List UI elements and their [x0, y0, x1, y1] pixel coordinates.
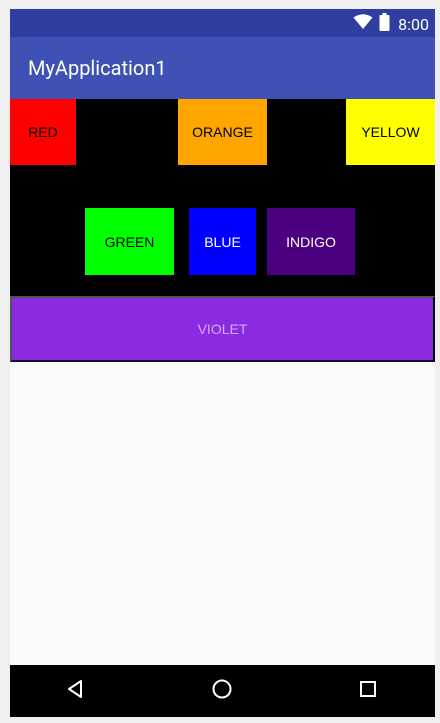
back-button[interactable]: [46, 665, 106, 717]
home-button[interactable]: [192, 665, 252, 717]
blue-button-label: BLUE: [204, 233, 241, 250]
yellow-button[interactable]: YELLOW: [346, 99, 435, 165]
battery-icon: [379, 13, 390, 35]
yellow-button-label: YELLOW: [361, 124, 420, 140]
home-icon: [211, 678, 233, 704]
navigation-bar: [10, 665, 435, 717]
status-icons: 8:00: [353, 13, 429, 35]
app-title: MyApplication1: [28, 56, 167, 80]
back-icon: [66, 679, 86, 703]
device-screen: 8:00 MyApplication1 RED ORANGE YELLOW GR…: [10, 9, 435, 717]
blue-button[interactable]: BLUE: [189, 208, 256, 275]
app-bar: MyApplication1: [10, 37, 435, 99]
recents-icon: [359, 680, 377, 702]
red-button[interactable]: RED: [10, 99, 76, 165]
orange-button[interactable]: ORANGE: [178, 99, 267, 165]
indigo-button[interactable]: INDIGO: [267, 208, 355, 275]
recents-button[interactable]: [338, 665, 398, 717]
orange-button-label: ORANGE: [192, 124, 253, 140]
red-button-label: RED: [28, 124, 58, 140]
button-panel: RED ORANGE YELLOW GREEN BLUE INDIGO: [10, 99, 435, 296]
indigo-button-label: INDIGO: [286, 233, 336, 250]
green-button[interactable]: GREEN: [85, 208, 174, 275]
violet-button-label: VIOLET: [197, 321, 248, 337]
status-bar: 8:00: [10, 9, 435, 37]
status-time: 8:00: [398, 14, 429, 34]
green-button-label: GREEN: [104, 233, 155, 250]
wifi-icon: [353, 14, 373, 34]
violet-button[interactable]: VIOLET: [10, 296, 435, 362]
